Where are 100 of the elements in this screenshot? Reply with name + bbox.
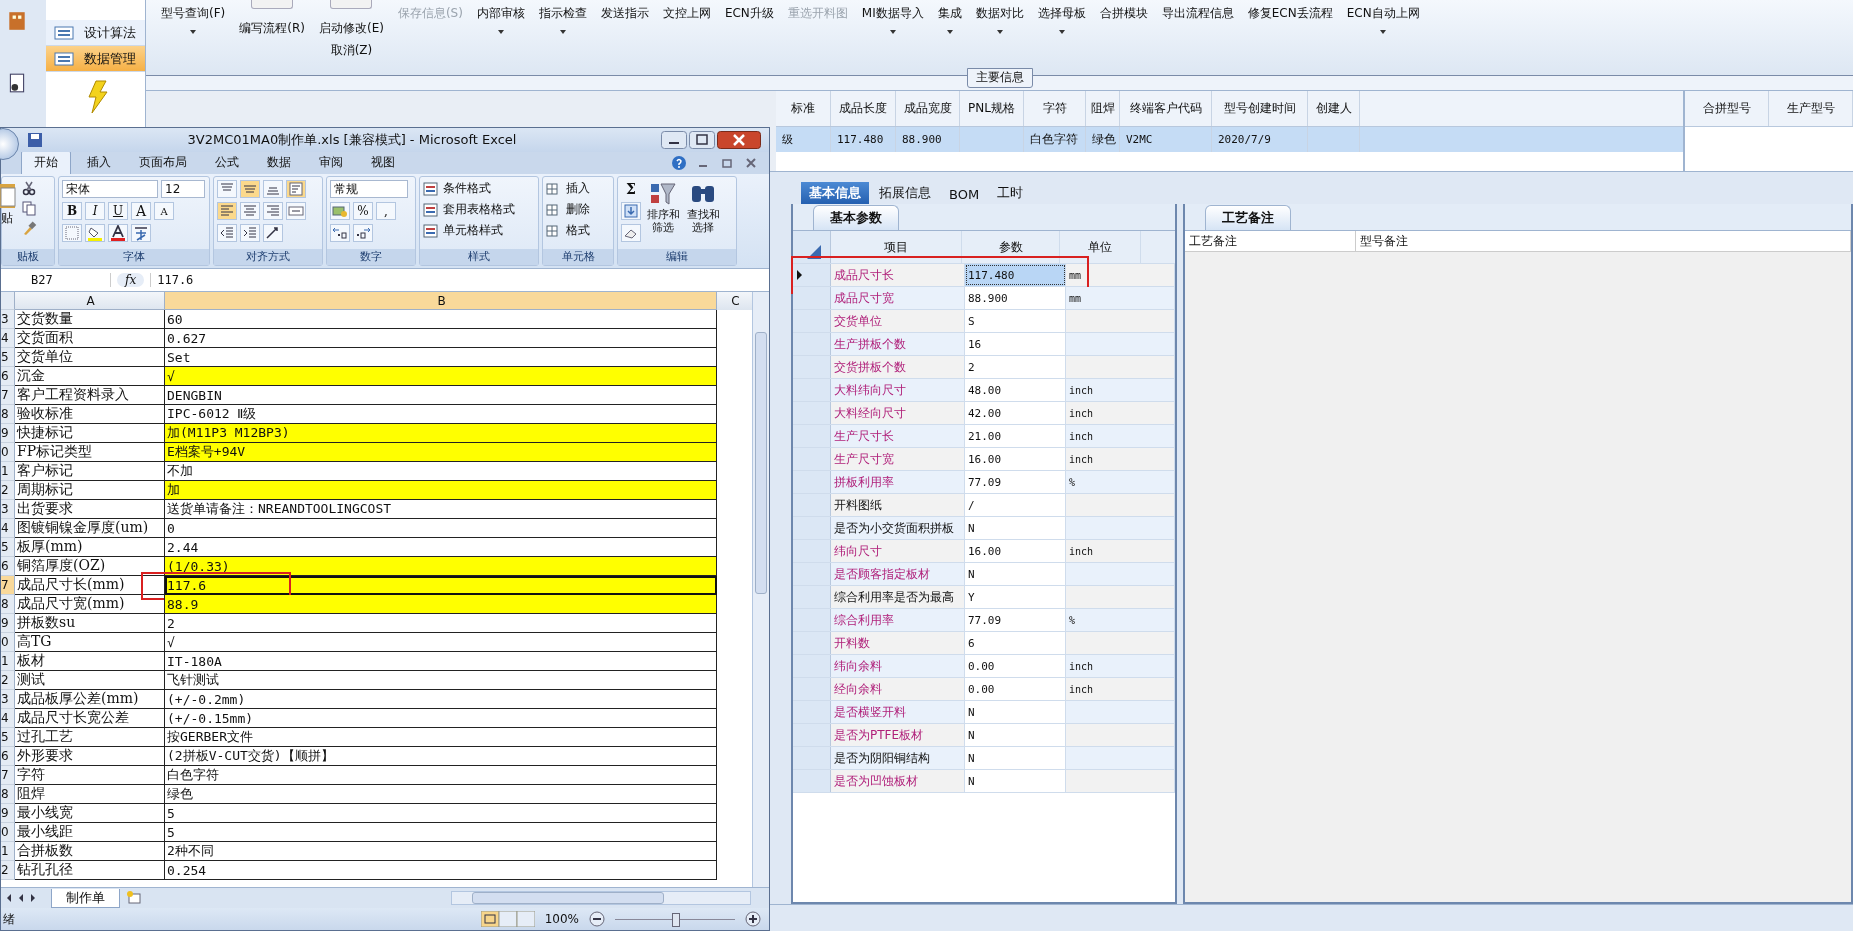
column-header[interactable]: 生产型号 (1769, 91, 1853, 126)
tab[interactable]: 基本参数 (813, 205, 899, 230)
table-cell[interactable]: 77.09 (965, 609, 1066, 631)
row-number[interactable]: 7 (1, 766, 15, 785)
column-header[interactable]: 成品长度 (831, 91, 896, 126)
select-all-corner[interactable] (1, 292, 15, 310)
ribbon-button[interactable]: 插入 (546, 180, 610, 197)
table-cell[interactable]: 绿色 (165, 785, 717, 804)
table-cell[interactable]: 加(M11P3 M12BP3) (165, 424, 717, 443)
table-cell[interactable]: 0.00 (965, 655, 1066, 677)
table-cell[interactable]: 按GERBER文件 (165, 728, 717, 747)
table-cell[interactable]: 117.6 (165, 576, 717, 595)
fill-color-icon[interactable] (85, 224, 105, 242)
row-number[interactable]: 3 (1, 500, 15, 519)
row-number[interactable]: 6 (1, 367, 15, 386)
table-cell[interactable]: IT-180A (165, 652, 717, 671)
row-number[interactable]: 9 (1, 804, 15, 823)
column-header[interactable]: B (165, 292, 717, 310)
column-header[interactable]: A (15, 292, 165, 310)
table-cell[interactable]: 2种不同 (165, 842, 717, 861)
table-cell[interactable]: (+/-0.15mm) (165, 709, 717, 728)
orientation-icon[interactable] (263, 224, 283, 242)
ribbon-button[interactable]: 删除 (546, 201, 610, 218)
maximize-icon[interactable] (689, 131, 715, 149)
column-header[interactable]: 阻焊 (1086, 91, 1120, 126)
row-number[interactable]: 8 (1, 785, 15, 804)
toolbar-button[interactable]: 修复ECN丢流程 (1240, 0, 1340, 20)
toolbar-button[interactable]: 编写流程(R) (232, 15, 312, 35)
find-select-button[interactable]: 查找和选择 (685, 180, 721, 246)
bold-button[interactable]: B (62, 202, 82, 220)
table-cell[interactable]: S (965, 310, 1066, 332)
help-icon[interactable] (671, 155, 687, 171)
table-cell[interactable]: 88.900 (965, 287, 1066, 309)
toolbar-button[interactable]: 发送指示 (593, 0, 656, 20)
row-number[interactable]: 9 (1, 424, 15, 443)
italic-button[interactable]: I (85, 202, 105, 220)
column-header[interactable]: PNL规格 (960, 91, 1024, 126)
table-cell[interactable]: 0.254 (165, 861, 717, 880)
ribbon-tab[interactable]: 页面布局 (127, 151, 199, 174)
column-header[interactable]: 项目 (831, 231, 962, 263)
row-number[interactable]: 3 (1, 690, 15, 709)
row-number[interactable]: 7 (1, 386, 15, 405)
slider-thumb[interactable] (672, 913, 680, 927)
table-cell[interactable]: 5 (165, 823, 717, 842)
row-number[interactable]: 8 (1, 405, 15, 424)
comma-button[interactable]: , (376, 202, 396, 220)
ribbon-button[interactable]: 单元格样式 (423, 222, 535, 239)
toolbar-button[interactable]: 文控上网 (655, 0, 718, 20)
toolbar-button[interactable]: ECN自动上网 (1339, 0, 1427, 34)
sort-filter-button[interactable]: 排序和筛选 (645, 180, 681, 246)
column-header[interactable]: 合拼型号 (1685, 91, 1769, 126)
row-number[interactable]: 0 (1, 633, 15, 652)
toolbar-button[interactable]: 导出流程信息 (1154, 0, 1241, 20)
table-cell[interactable]: 0.627 (165, 329, 717, 348)
table-cell[interactable]: 16.00 (965, 448, 1066, 470)
tab[interactable]: 工艺备注 (1205, 205, 1291, 230)
table-cell[interactable]: √ (165, 367, 717, 386)
name-box[interactable]: B27 (1, 273, 111, 287)
column-header[interactable]: 型号创建时间 (1212, 91, 1308, 126)
table-cell[interactable]: N (965, 770, 1066, 792)
row-number[interactable]: 2 (1, 481, 15, 500)
row-number[interactable]: 6 (1, 557, 15, 576)
vertical-scrollbar[interactable] (752, 292, 769, 887)
toolbar-button[interactable]: 启动修改(E) 取消(Z) (311, 15, 391, 57)
tab[interactable]: BOM (941, 185, 988, 204)
table-cell[interactable]: 送货单请备注：NREANDTOOLINGCOST (165, 500, 717, 519)
table-cell[interactable]: √ (165, 633, 717, 652)
ribbon-tab[interactable]: 插入 (75, 151, 123, 174)
align-middle-icon[interactable] (240, 180, 260, 198)
table-cell[interactable]: N (965, 701, 1066, 723)
decrease-indent-icon[interactable] (217, 224, 237, 242)
table-cell[interactable]: (2拼板V-CUT交货)【顺拼】 (165, 747, 717, 766)
align-left-icon[interactable] (217, 202, 237, 220)
tab[interactable]: 基本信息 (801, 182, 869, 204)
fill-down-icon[interactable] (621, 202, 641, 220)
eraser-icon[interactable] (621, 224, 641, 242)
close-icon[interactable] (717, 131, 761, 149)
toolbar-button[interactable]: 选择母板 (1030, 0, 1093, 34)
scissors-icon[interactable] (21, 180, 37, 196)
percent-button[interactable]: % (353, 202, 373, 220)
decrease-decimal-icon[interactable] (353, 224, 373, 242)
grid-row[interactable]: 级 117.480 88.900 白色字符 绿色 V2MC 2020/7/9 (776, 127, 1683, 152)
autosum-button[interactable]: Σ (621, 180, 641, 198)
zoom-level[interactable]: 100% (544, 912, 579, 926)
table-cell[interactable]: 0 (165, 519, 717, 538)
row-number[interactable]: 4 (1, 519, 15, 538)
row-number[interactable]: 4 (1, 709, 15, 728)
table-cell[interactable]: 2 (165, 614, 717, 633)
row-number[interactable]: 2 (1, 861, 15, 880)
toolbar-button[interactable]: 数据对比 (968, 0, 1031, 34)
increase-decimal-icon[interactable] (330, 224, 350, 242)
column-header[interactable]: 创建人 (1308, 91, 1360, 126)
brush-icon[interactable] (21, 220, 37, 236)
corner-header[interactable] (793, 231, 831, 263)
toolbar-button[interactable]: MI数据导入 (854, 0, 931, 34)
ribbon-tab[interactable]: 公式 (203, 151, 251, 174)
grow-font-button[interactable]: A (131, 202, 151, 220)
table-cell[interactable]: 48.00 (965, 379, 1066, 401)
table-cell[interactable]: 2 (965, 356, 1066, 378)
table-cell[interactable]: N (965, 724, 1066, 746)
